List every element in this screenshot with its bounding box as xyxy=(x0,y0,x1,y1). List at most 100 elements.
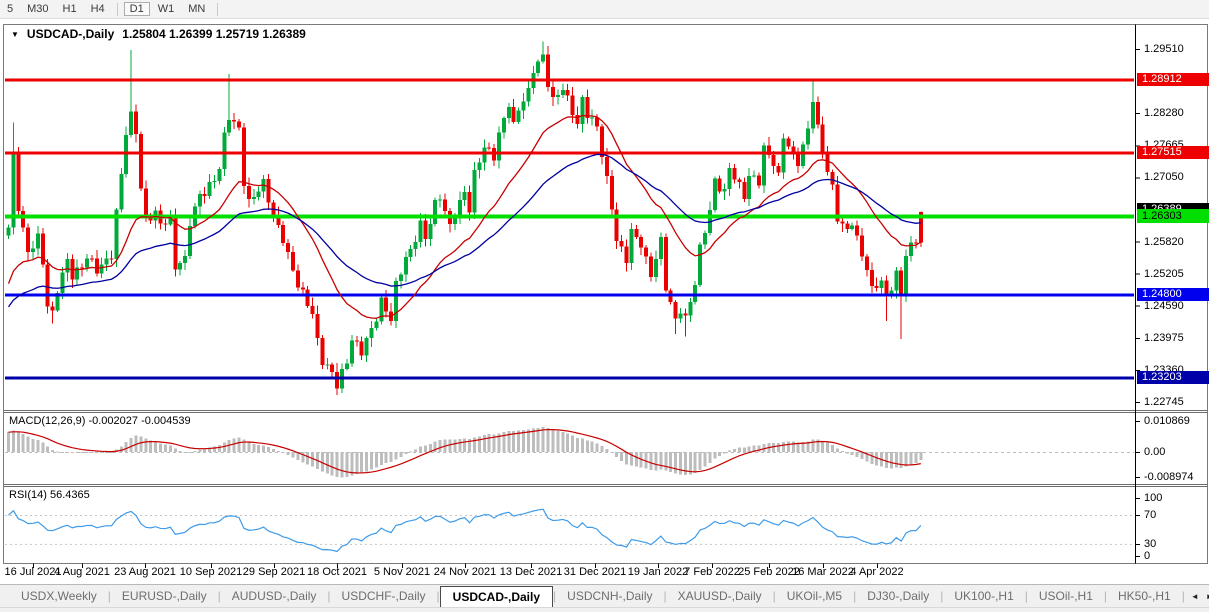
macd-bar xyxy=(85,452,89,453)
timeframe-button-d1[interactable]: D1 xyxy=(123,2,150,16)
macd-bar xyxy=(369,452,373,470)
macd-bar xyxy=(389,452,393,463)
macd-bar xyxy=(536,427,540,452)
x-axis-date-label: 16 Mar 2022 xyxy=(792,566,854,578)
macd-bar xyxy=(561,432,565,452)
macd-bar xyxy=(458,439,462,452)
macd-bar xyxy=(448,439,452,452)
timeframe-button-w1[interactable]: W1 xyxy=(152,2,181,16)
macd-bar xyxy=(855,452,859,457)
macd-bar xyxy=(11,430,15,452)
timeframe-toolbar: 5 M30 H1 H4 D1 W1 MN xyxy=(0,0,1209,19)
macd-bar xyxy=(291,452,295,458)
x-axis-date-label: 4 Apr 2022 xyxy=(850,566,904,578)
macd-bar xyxy=(394,452,398,460)
tab-xauusd-daily[interactable]: XAUUSD-,Daily xyxy=(667,585,773,607)
macd-bar xyxy=(252,443,256,452)
macd-bar xyxy=(870,452,874,464)
macd-bar xyxy=(227,440,231,452)
macd-bar xyxy=(301,452,305,463)
macd-axis-tick-label: 0.010869 xyxy=(1144,415,1190,427)
macd-bar xyxy=(531,428,535,452)
macd-bar xyxy=(105,452,109,453)
macd-bar xyxy=(453,439,457,452)
macd-bar xyxy=(60,452,64,453)
macd-bar xyxy=(566,433,570,452)
macd-bar xyxy=(781,441,785,452)
timeframe-button-h4[interactable]: H4 xyxy=(85,2,111,16)
macd-bar xyxy=(654,452,658,471)
tab-dj30-daily[interactable]: DJ30-,Daily xyxy=(856,585,940,607)
macd-bar xyxy=(693,452,697,473)
macd-bar xyxy=(718,452,722,456)
y-axis-tick-label: 1.22745 xyxy=(1144,396,1184,408)
macd-bar xyxy=(100,452,104,453)
timeframe-button-h1[interactable]: H1 xyxy=(57,2,83,16)
macd-bar xyxy=(276,450,280,452)
x-axis-date-label: 13 Dec 2021 xyxy=(499,566,563,578)
tab-usdchf-daily[interactable]: USDCHF-,Daily xyxy=(331,585,437,607)
tab-ukoil-m5[interactable]: UKOil-,M5 xyxy=(776,585,853,607)
macd-bar xyxy=(193,450,197,452)
macd-bar xyxy=(821,440,825,452)
macd-bar xyxy=(605,448,609,452)
macd-bar xyxy=(90,452,94,453)
chart-plot-area[interactable] xyxy=(5,25,1135,410)
tab-usoil-h1[interactable]: USOil-,H1 xyxy=(1028,585,1104,607)
macd-bar xyxy=(56,451,60,453)
macd-bar xyxy=(894,452,898,468)
tab-audusd-daily[interactable]: AUDUSD-,Daily xyxy=(221,585,328,607)
tab-usdcad-daily[interactable]: USDCAD-,Daily xyxy=(439,586,554,607)
macd-bar xyxy=(335,452,339,478)
macd-bar xyxy=(482,435,486,452)
tab-scroll-arrows: ◄► xyxy=(1185,585,1209,607)
macd-bar xyxy=(762,443,766,452)
status-bar xyxy=(0,607,1209,612)
tab-scroll-left-icon[interactable]: ◄ xyxy=(1191,592,1199,601)
macd-bar xyxy=(345,452,349,477)
tab-usdx-weekly[interactable]: USDX,Weekly xyxy=(10,585,108,607)
macd-bar xyxy=(237,437,241,452)
macd-bar xyxy=(365,452,369,472)
macd-bar xyxy=(419,446,423,452)
x-axis-date-label: 7 Feb 2022 xyxy=(684,566,740,578)
macd-bar xyxy=(580,438,584,452)
macd-bar xyxy=(188,451,192,453)
timeframe-button-mn[interactable]: MN xyxy=(182,2,211,16)
x-axis-date-label: 19 Jan 2022 xyxy=(627,566,689,578)
macd-bar xyxy=(286,452,290,456)
macd-bar xyxy=(129,437,133,452)
macd-bar xyxy=(757,445,761,452)
x-axis-date-label: 10 Sep 2021 xyxy=(179,566,243,578)
macd-bar xyxy=(487,434,491,452)
rsi-axis-tick-label: 70 xyxy=(1144,509,1157,521)
macd-bar xyxy=(281,452,285,454)
macd-bar xyxy=(595,443,599,452)
macd-axis-tick-label: 0.00 xyxy=(1144,446,1166,458)
macd-bar xyxy=(610,452,614,453)
tab-uk100-h1[interactable]: UK100-,H1 xyxy=(943,585,1024,607)
y-axis-tick-label: 1.24590 xyxy=(1144,299,1184,312)
macd-bar xyxy=(80,452,84,453)
timeframe-button-m30[interactable]: M30 xyxy=(21,2,54,16)
macd-bar xyxy=(374,452,378,468)
tab-hk50-h1[interactable]: HK50-,H1 xyxy=(1107,585,1182,607)
macd-bar xyxy=(70,452,74,453)
y-axis-tick-label: 1.25820 xyxy=(1144,235,1184,248)
macd-bar xyxy=(384,452,388,464)
macd-bar xyxy=(31,438,35,452)
macd-bar xyxy=(119,446,123,452)
tab-usdcnh-daily[interactable]: USDCNH-,Daily xyxy=(556,585,663,607)
macd-bar xyxy=(379,452,383,465)
x-axis-date-label: 5 Nov 2021 xyxy=(373,566,431,578)
macd-bar xyxy=(198,449,202,452)
timeframe-button-5[interactable]: 5 xyxy=(1,2,19,16)
x-axis-date-label: 23 Aug 2021 xyxy=(114,566,176,578)
macd-bar xyxy=(325,452,329,474)
macd-bar xyxy=(884,452,888,468)
macd-bar xyxy=(826,442,830,452)
macd-bar xyxy=(786,441,790,452)
tab-eurusd-daily[interactable]: EURUSD-,Daily xyxy=(111,585,218,607)
mt4-window: 5 M30 H1 H4 D1 W1 MN ▼ USDCAD-,Daily 1.25804 1… xyxy=(0,0,1209,612)
macd-bar xyxy=(526,429,530,452)
